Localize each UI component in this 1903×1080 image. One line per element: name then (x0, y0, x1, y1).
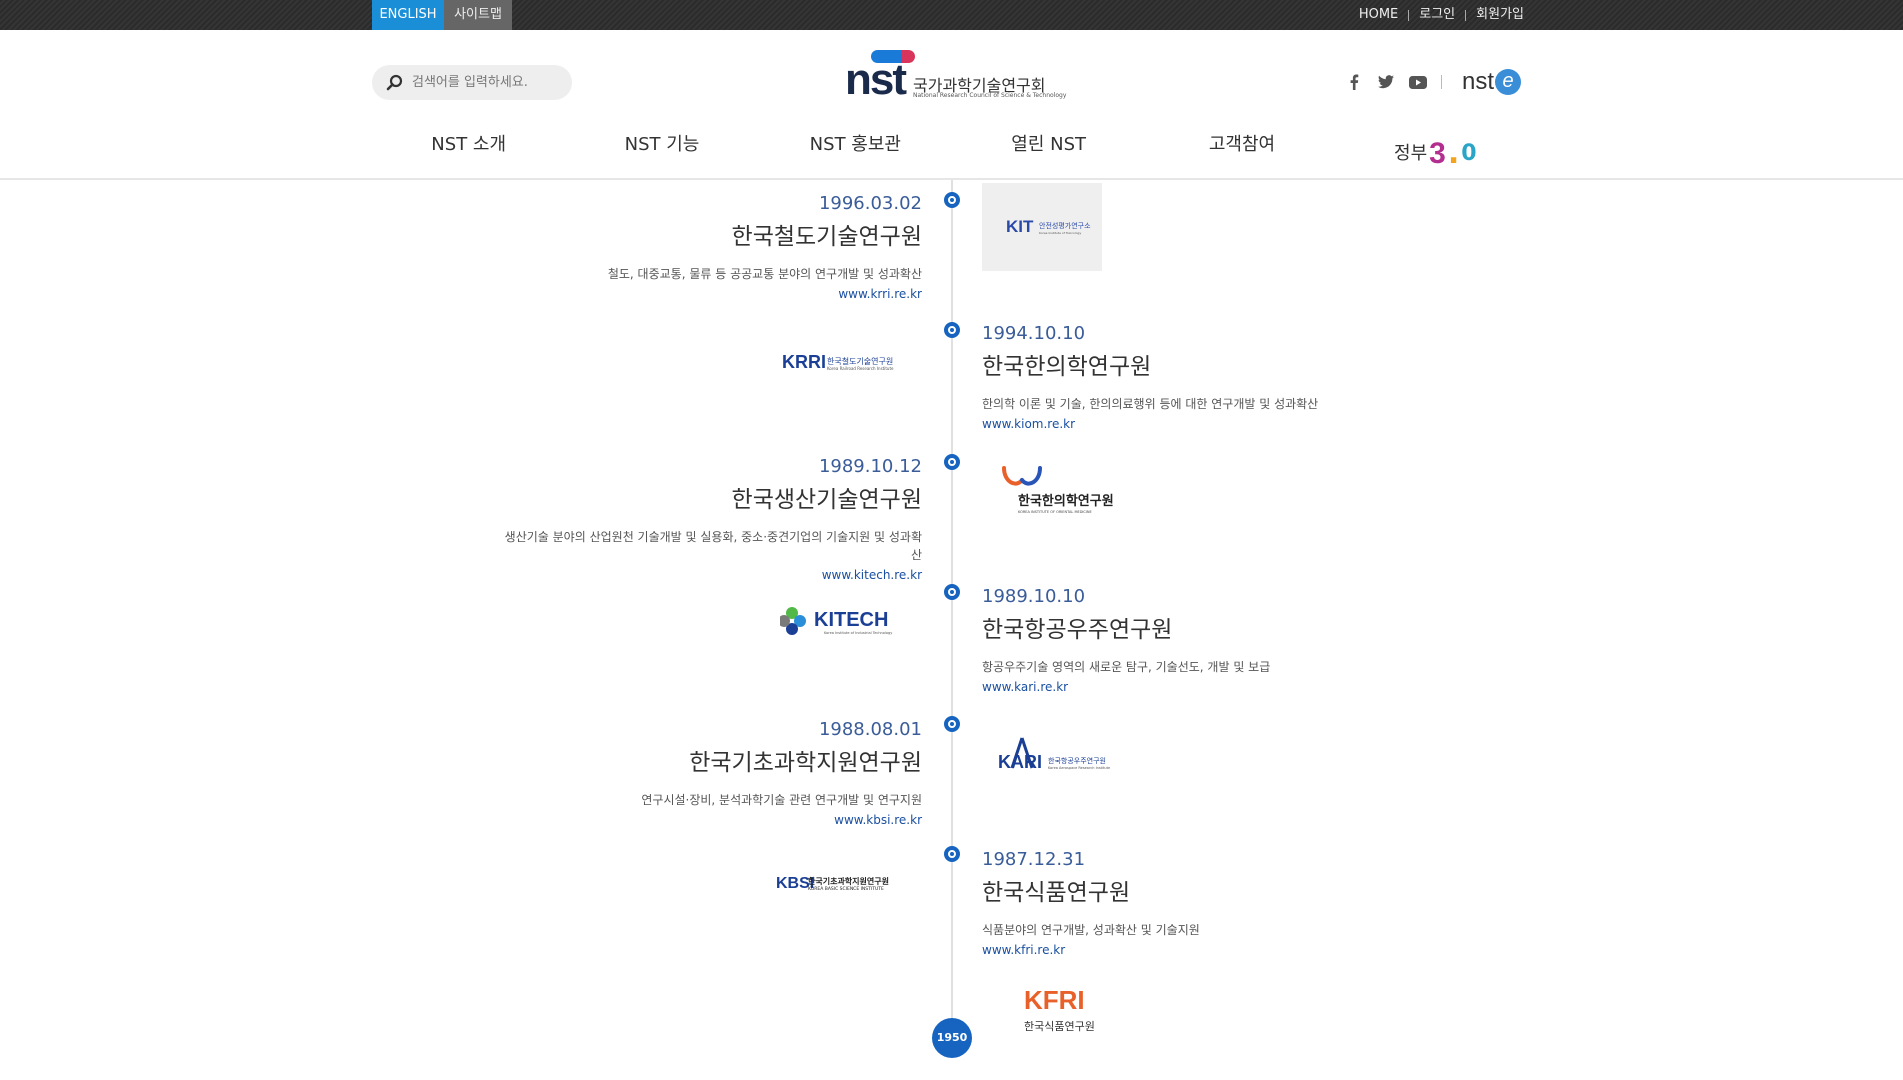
login-link[interactable]: 로그인 (1419, 0, 1455, 30)
site-logo[interactable]: nst 국가과학기술연구회 National Research Council … (845, 50, 1066, 105)
entry-date: 1996.03.02 (818, 193, 922, 214)
kit-logo-name: 안전성평가연구소 (1039, 221, 1091, 230)
gov-text: 정부 (1394, 143, 1428, 164)
entry-url[interactable]: www.krri.re.kr (502, 285, 922, 303)
entry-url[interactable]: www.kfri.re.kr (982, 941, 1402, 959)
kit-logo-mark: KIT (1006, 217, 1034, 236)
entry-desc: 항공우주기술 영역의 새로운 탐구, 기술선도, 개발 및 보급 (982, 660, 1271, 674)
timeline-node (944, 454, 960, 470)
kit-logo-sub: Korea Institute of Toxicology (1039, 231, 1081, 235)
timeline-entry: 1994.10.10 한국한의학연구원 한의학 이론 및 기술, 한의의료행위 … (982, 322, 1402, 433)
nav-item-customer[interactable]: 고객참여 (1145, 130, 1338, 178)
twitter-icon[interactable] (1377, 73, 1395, 91)
nav-item-pr[interactable]: NST 홍보관 (759, 130, 952, 178)
gov-dot: . (1447, 136, 1460, 171)
logo-nst: nst (845, 55, 907, 104)
entry-name: 한국항공우주연구원 (982, 617, 1173, 643)
nav-item-open[interactable]: 열린 NST (952, 130, 1145, 178)
entry-name: 한국생산기술연구원 (731, 487, 922, 513)
entry-name: 한국식품연구원 (982, 880, 1131, 906)
gov-num: 3 (1429, 137, 1446, 170)
entry-name: 한국철도기술연구원 (731, 224, 922, 250)
youtube-icon[interactable] (1409, 73, 1427, 91)
year-badge[interactable]: 1950 (932, 1018, 972, 1058)
kfri-logo-mark: KFRI (1024, 985, 1085, 1015)
main-navigation: NST 소개 NST 기능 NST 홍보관 열린 NST 고객참여 정부 3.0 (372, 130, 1532, 178)
logo-english-name: National Research Council of Science & T… (913, 92, 1067, 99)
kit-logo: KIT 안전성평가연구소 Korea Institute of Toxicolo… (982, 183, 1102, 271)
entry-url[interactable]: www.kitech.re.kr (502, 566, 922, 584)
krri-logo-sub: Korea Railroad Research Institute (827, 366, 894, 371)
kari-logo-sub: Korea Aerospace Research Institute (1048, 766, 1110, 770)
nav-item-about[interactable]: NST 소개 (372, 130, 565, 178)
timeline-node (944, 584, 960, 600)
kbsi-logo-name: 한국기초과학지원연구원 (808, 876, 889, 886)
home-link[interactable]: HOME (1359, 0, 1398, 30)
entry-date: 1987.12.31 (982, 849, 1086, 870)
nste-link[interactable]: nst e (1462, 68, 1522, 96)
social-links (1345, 73, 1442, 91)
nste-text: nst (1462, 68, 1495, 95)
entry-desc: 식품분야의 연구개발, 성과확산 및 기술지원 (982, 923, 1200, 937)
entry-desc: 생산기술 분야의 산업원천 기술개발 및 실용화, 중소·중견기업의 기술지원 … (504, 530, 922, 562)
krri-logo-mark: KRRI (782, 352, 826, 372)
entry-desc: 한의학 이론 및 기술, 한의의료행위 등에 대한 연구개발 및 성과확산 (982, 397, 1319, 411)
divider (1465, 9, 1467, 21)
entry-date: 1994.10.10 (982, 323, 1086, 344)
kiom-logo-name: 한국한의학연구원 (1018, 493, 1114, 509)
krri-logo-name: 한국철도기술연구원 (827, 356, 893, 366)
signup-link[interactable]: 회원가입 (1476, 0, 1524, 30)
kbsi-logo: KBSI 한국기초과학지원연구원 KOREA BASIC SCIENCE INS… (774, 868, 914, 898)
kari-logo: KARI 한국항공우주연구원 Korea Aerospace Research … (996, 734, 1136, 774)
nste-e-badge: e (1495, 69, 1522, 95)
entry-desc: 철도, 대중교통, 물류 등 공공교통 분야의 연구개발 및 성과확산 (607, 267, 922, 281)
timeline-entry: 1988.08.01 한국기초과학지원연구원 연구시설·장비, 분석과학기술 관… (502, 718, 922, 829)
entry-url[interactable]: www.kiom.re.kr (982, 415, 1402, 433)
timeline-axis (951, 180, 953, 1040)
kbsi-logo-sub: KOREA BASIC SCIENCE INSTITUTE (808, 886, 884, 892)
kitech-logo-mark: KITECH (814, 609, 888, 631)
timeline-entry: 1989.10.12 한국생산기술연구원 생산기술 분야의 산업원천 기술개발 … (502, 455, 922, 584)
krri-logo: KRRI 한국철도기술연구원 Korea Railroad Research I… (780, 348, 910, 378)
kfri-logo-name: 한국식품연구원 (1024, 1020, 1095, 1033)
kitech-logo-sub: Korea Institute of Industrial Technology (824, 631, 892, 635)
divider (1408, 9, 1410, 21)
kiom-logo-sub: KOREA INSTITUTE OF ORIENTAL MEDICINE (1018, 510, 1092, 514)
top-utility-bar: ENGLISH 사이트맵 HOME 로그인 회원가입 (0, 0, 1903, 30)
nav-item-gov30[interactable]: 정부 3.0 (1339, 130, 1532, 178)
timeline-node (944, 322, 960, 338)
kitech-logo: KITECH Korea Institute of Industrial Tec… (780, 603, 910, 643)
english-link[interactable]: ENGLISH (372, 0, 444, 30)
entry-date: 1989.10.10 (982, 586, 1086, 607)
search-box[interactable] (372, 65, 572, 100)
kiom-logo: 한국한의학연구원 KOREA INSTITUTE OF ORIENTAL MED… (1000, 460, 1130, 520)
divider (1441, 75, 1442, 89)
entry-name: 한국한의학연구원 (982, 354, 1152, 380)
search-input[interactable] (412, 75, 562, 90)
facebook-icon[interactable] (1345, 73, 1363, 91)
search-icon[interactable] (386, 74, 404, 92)
util-menu: HOME 로그인 회원가입 (1359, 0, 1524, 30)
timeline-entry: 1987.12.31 한국식품연구원 식품분야의 연구개발, 성과확산 및 기술… (982, 848, 1402, 959)
entry-url[interactable]: www.kari.re.kr (982, 678, 1402, 696)
timeline-entry: 1996.03.02 한국철도기술연구원 철도, 대중교통, 물류 등 공공교통… (502, 192, 922, 303)
timeline-node (944, 846, 960, 862)
entry-date: 1989.10.12 (818, 456, 922, 477)
kari-logo-mark: KARI (998, 752, 1042, 772)
timeline-node (944, 192, 960, 208)
entry-url[interactable]: www.kbsi.re.kr (502, 811, 922, 829)
gov-zero: 0 (1461, 141, 1477, 166)
entry-name: 한국기초과학지원연구원 (689, 750, 922, 776)
nav-item-function[interactable]: NST 기능 (565, 130, 758, 178)
timeline-node (944, 716, 960, 732)
sitemap-link[interactable]: 사이트맵 (444, 0, 512, 30)
entry-desc: 연구시설·장비, 분석과학기술 관련 연구개발 및 연구지원 (641, 793, 922, 807)
entry-date: 1988.08.01 (818, 719, 922, 740)
kfri-logo: KFRI 한국식품연구원 (1010, 984, 1110, 1040)
kari-logo-name: 한국항공우주연구원 (1048, 756, 1106, 765)
timeline-entry: 1989.10.10 한국항공우주연구원 항공우주기술 영역의 새로운 탐구, … (982, 585, 1402, 696)
